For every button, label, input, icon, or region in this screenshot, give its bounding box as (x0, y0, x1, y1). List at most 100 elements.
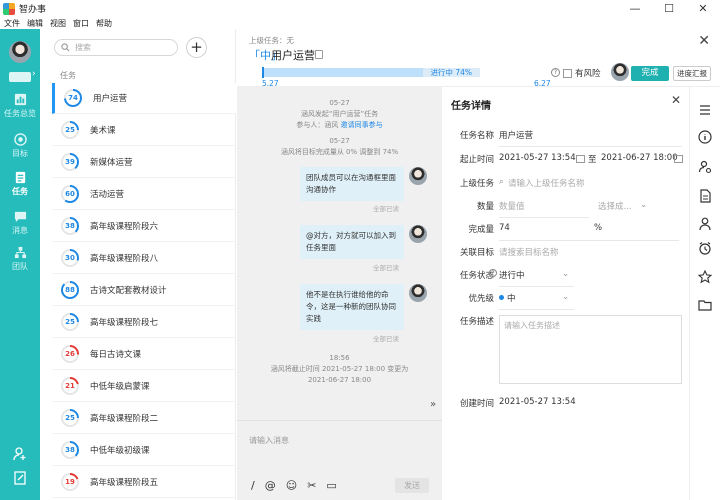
star-icon[interactable] (698, 270, 712, 284)
owner-avatar[interactable] (611, 63, 629, 81)
nav-item-overview[interactable]: 任务总览 (0, 93, 40, 119)
field-label: 创建时间 (459, 399, 494, 409)
chevron-right-icon[interactable]: › (32, 69, 36, 79)
message-composer[interactable]: 请输入消息 / @ ☺ ✂ ▭ 发送 (237, 420, 442, 500)
progress-value: 74 (68, 94, 78, 102)
quantity-input[interactable]: 数量值 (499, 200, 525, 212)
task-list-item[interactable]: 74 用户运营 (52, 83, 236, 114)
task-list-item[interactable]: 60 活动运营 (52, 179, 236, 210)
end-time-input[interactable]: 2021-06-27 18:00 (601, 153, 678, 163)
sender-avatar[interactable] (409, 225, 427, 243)
task-list-item[interactable]: 21 中低年级启蒙课 (52, 371, 236, 402)
add-task-button[interactable]: + (186, 37, 207, 58)
minimize-button[interactable]: — (618, 0, 652, 17)
expand-icon[interactable]: » (430, 399, 436, 410)
task-details-panel: 任务详情 ✕ 任务名称 用户运营 起止时间 2021-05-27 13:54 至… (442, 87, 689, 500)
goal-search-input[interactable]: 请搜索目标名称 (499, 246, 559, 258)
task-title[interactable]: 用户运营 (271, 47, 315, 63)
folder-icon[interactable] (698, 298, 712, 312)
task-name-input[interactable]: 用户运营 (499, 129, 533, 141)
chat-panel: 05-27 涵风发起“用户运营”任务 参与人：涵风 邀请同事参与 05-27 涵… (237, 87, 442, 500)
user-icon[interactable] (698, 217, 712, 231)
close-details-button[interactable]: ✕ (671, 93, 681, 107)
mention-icon[interactable]: @ (265, 479, 276, 492)
send-button[interactable]: 发送 (395, 478, 429, 493)
add-member-icon[interactable] (13, 447, 27, 461)
slash-command-icon[interactable]: / (251, 479, 255, 492)
message-input[interactable]: 请输入消息 (249, 435, 289, 446)
sender-avatar[interactable] (409, 284, 427, 302)
task-list-item[interactable]: 88 古诗文配套教材设计 (52, 275, 236, 306)
progress-value: 25 (65, 414, 75, 422)
task-list-item[interactable]: 39 新媒体运营 (52, 147, 236, 178)
nav-item-task[interactable]: 任务 (0, 171, 40, 197)
task-list-item[interactable]: 38 中低年级初级课 (52, 435, 236, 466)
nav-item-message[interactable]: 消息 (0, 210, 40, 236)
progress-bar[interactable]: 进行中 74% (262, 67, 480, 78)
task-list-item[interactable]: 25 高年级课程阶段七 (52, 307, 236, 338)
done-input[interactable]: 74 (499, 223, 510, 233)
progress-value: 30 (65, 254, 75, 262)
start-time-input[interactable]: 2021-05-27 13:54 (499, 153, 576, 163)
progress-value: 26 (65, 350, 75, 358)
task-list-panel: 搜索 + 任务 74 用户运营 25 美术课 39 新媒体运营 60 活动运营 38 高年级课程阶… (40, 29, 236, 500)
calendar-icon[interactable] (576, 155, 585, 163)
task-list-item[interactable]: 30 高年级课程阶段八 (52, 243, 236, 274)
task-list-item[interactable]: 38 高年级课程阶段六 (52, 211, 236, 242)
task-icon (15, 171, 25, 184)
task-list-item[interactable]: 25 美术课 (52, 115, 236, 146)
details-title: 任务详情 (451, 101, 491, 112)
menu-window[interactable]: 窗口 (73, 18, 89, 29)
nav-item-goal[interactable]: 目标 (0, 133, 40, 159)
close-window-button[interactable]: ✕ (686, 0, 720, 17)
menu-edit[interactable]: 编辑 (27, 18, 43, 29)
priority-select[interactable]: 中 (507, 292, 516, 304)
info-icon[interactable] (698, 130, 712, 144)
menu-help[interactable]: 帮助 (96, 18, 112, 29)
search-box[interactable]: 搜索 (54, 39, 178, 56)
task-name: 高年级课程阶段五 (90, 478, 159, 488)
emoji-icon[interactable]: ☺ (286, 479, 297, 492)
close-detail-button[interactable]: ✕ (698, 33, 710, 49)
invite-colleague-link[interactable]: 邀请同事参与 (341, 121, 383, 129)
workspace-switch-icon[interactable] (9, 72, 31, 82)
folder-icon[interactable]: ▭ (326, 479, 336, 492)
chevron-down-icon[interactable]: ⌄ (640, 200, 647, 210)
complete-button[interactable]: 完成 (631, 66, 669, 81)
task-list-item[interactable]: 26 每日古诗文课 (52, 339, 236, 370)
sys-text: 2021-06-27 18:00 (307, 376, 372, 384)
edit-note-icon[interactable] (13, 471, 27, 485)
parent-task-input[interactable]: 请输入上级任务名称 (508, 177, 585, 189)
nav-item-team[interactable]: 团队 (0, 246, 40, 272)
list-icon[interactable] (698, 103, 712, 117)
unit-select[interactable]: 选择成... (598, 200, 632, 212)
sender-avatar[interactable] (409, 167, 427, 185)
field-label: 起止时间 (459, 155, 494, 165)
sys-time: 05-27 (329, 137, 350, 145)
checkbox-icon[interactable] (563, 68, 572, 78)
status-select[interactable]: 进行中 (499, 269, 525, 281)
target-icon (13, 133, 27, 146)
field-priority: 优先级 中 ⌄ (442, 292, 689, 310)
progress-ring-icon: 19 (61, 473, 79, 491)
help-icon[interactable]: ? (551, 68, 560, 77)
maximize-button[interactable]: ☐ (652, 0, 686, 17)
user-avatar[interactable] (9, 41, 31, 63)
edit-icon[interactable] (315, 50, 323, 59)
menu-view[interactable]: 视图 (50, 18, 66, 29)
help-icon[interactable]: ? (489, 269, 497, 277)
scissors-icon[interactable]: ✂ (307, 479, 316, 492)
file-icon[interactable] (698, 189, 712, 203)
task-list-item[interactable]: 19 高年级课程阶段五 (52, 467, 236, 498)
risk-checkbox[interactable]: 有风险 (563, 67, 601, 79)
description-textarea[interactable]: 请输入任务描述 (499, 315, 682, 384)
menu-file[interactable]: 文件 (4, 18, 20, 29)
chevron-down-icon[interactable]: ⌄ (562, 269, 569, 279)
progress-report-button[interactable]: 进度汇报 (673, 66, 711, 81)
chevron-down-icon[interactable]: ⌄ (562, 292, 569, 302)
calendar-icon[interactable] (674, 155, 683, 163)
person-gear-icon[interactable] (698, 160, 712, 174)
alarm-icon[interactable] (698, 241, 712, 255)
task-list-item[interactable]: 25 高年级课程阶段二 (52, 403, 236, 434)
risk-label: 有风险 (575, 69, 601, 79)
